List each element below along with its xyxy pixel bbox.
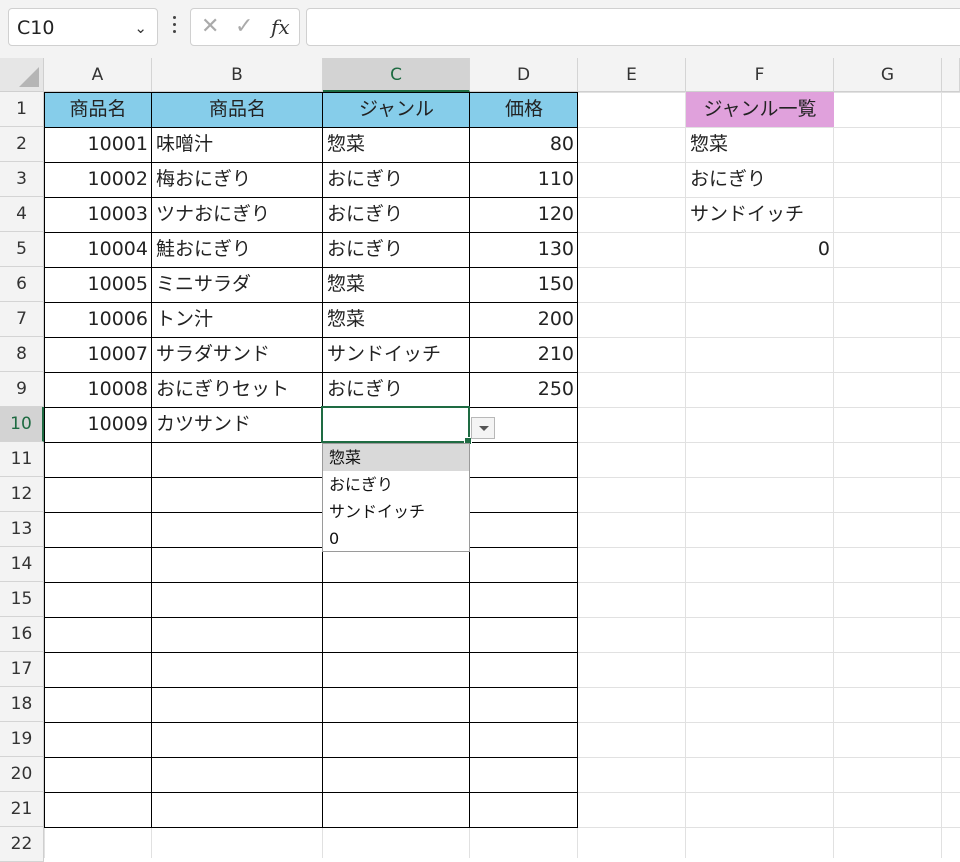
- genre-list-value[interactable]: 0: [686, 232, 834, 267]
- row-header[interactable]: 2: [0, 127, 44, 162]
- row-header[interactable]: 7: [0, 302, 44, 337]
- header-cell-price[interactable]: 価格: [470, 92, 578, 127]
- cell-name[interactable]: カツサンド: [152, 407, 323, 442]
- row-header[interactable]: 6: [0, 267, 44, 302]
- cell-price[interactable]: 250: [470, 372, 578, 407]
- row-header[interactable]: 21: [0, 792, 44, 827]
- cell-name[interactable]: トン汁: [152, 302, 323, 337]
- cell-price[interactable]: 110: [470, 162, 578, 197]
- cell-name[interactable]: サラダサンド: [152, 337, 323, 372]
- row-header[interactable]: 11: [0, 442, 44, 477]
- chevron-down-icon[interactable]: ⌄: [134, 9, 147, 47]
- name-box-value: C10: [17, 17, 55, 39]
- dropdown-option[interactable]: 惣菜: [323, 444, 469, 471]
- cell-genre[interactable]: おにぎり: [323, 232, 470, 267]
- genre-list-item[interactable]: サンドイッチ: [686, 197, 834, 232]
- cancel-icon[interactable]: ✕: [201, 9, 219, 45]
- cell-id[interactable]: 10002: [44, 162, 152, 197]
- header-cell-name[interactable]: 商品名: [152, 92, 323, 127]
- column-header-c[interactable]: C: [323, 58, 470, 92]
- cell-name[interactable]: 鮭おにぎり: [152, 232, 323, 267]
- row-header[interactable]: 17: [0, 652, 44, 687]
- cell-id[interactable]: 10005: [44, 267, 152, 302]
- column-header-partial[interactable]: [942, 58, 960, 92]
- dropdown-arrow-icon[interactable]: [471, 417, 495, 439]
- formula-bar: C10 ⌄ ✕ ✓ fx: [0, 0, 960, 58]
- column-header-d[interactable]: D: [470, 58, 578, 92]
- cell-id[interactable]: 10001: [44, 127, 152, 162]
- row-header[interactable]: 18: [0, 687, 44, 722]
- dropdown-option[interactable]: サンドイッチ: [323, 498, 469, 525]
- cell-price[interactable]: 210: [470, 337, 578, 372]
- more-options-icon[interactable]: [167, 12, 181, 42]
- row-header[interactable]: 13: [0, 512, 44, 547]
- cell-genre[interactable]: 惣菜: [323, 127, 470, 162]
- select-all-corner[interactable]: [0, 58, 44, 92]
- insert-function-icon[interactable]: fx: [271, 9, 290, 45]
- column-header-a[interactable]: A: [44, 58, 152, 92]
- cell-genre[interactable]: おにぎり: [323, 162, 470, 197]
- cell-id[interactable]: 10004: [44, 232, 152, 267]
- header-cell-id[interactable]: 商品名: [44, 92, 152, 127]
- row-header[interactable]: 14: [0, 547, 44, 582]
- row-header[interactable]: 4: [0, 197, 44, 232]
- cell-id[interactable]: 10009: [44, 407, 152, 442]
- name-box[interactable]: C10 ⌄: [8, 8, 158, 46]
- cell-price[interactable]: 130: [470, 232, 578, 267]
- cell-id[interactable]: 10003: [44, 197, 152, 232]
- cell-id[interactable]: 10007: [44, 337, 152, 372]
- cell-genre[interactable]: 惣菜: [323, 267, 470, 302]
- enter-icon[interactable]: ✓: [235, 9, 253, 45]
- header-cell-genre[interactable]: ジャンル: [323, 92, 470, 127]
- cell-price[interactable]: 200: [470, 302, 578, 337]
- genre-list-item[interactable]: 惣菜: [686, 127, 834, 162]
- cell-name[interactable]: 味噌汁: [152, 127, 323, 162]
- column-header-e[interactable]: E: [578, 58, 686, 92]
- row-header[interactable]: 3: [0, 162, 44, 197]
- row-header[interactable]: 12: [0, 477, 44, 512]
- cell-genre[interactable]: おにぎり: [323, 197, 470, 232]
- column-header-b[interactable]: B: [152, 58, 323, 92]
- row-header[interactable]: 1: [0, 92, 44, 127]
- genre-list-header[interactable]: ジャンル一覧: [686, 92, 834, 127]
- row-header[interactable]: 19: [0, 722, 44, 757]
- cell-name[interactable]: ツナおにぎり: [152, 197, 323, 232]
- cell-price[interactable]: 150: [470, 267, 578, 302]
- genre-list-item[interactable]: おにぎり: [686, 162, 834, 197]
- cell-id[interactable]: 10008: [44, 372, 152, 407]
- column-header-g[interactable]: G: [834, 58, 942, 92]
- row-header-selected[interactable]: 10: [0, 407, 44, 442]
- cell-genre[interactable]: 惣菜: [323, 302, 470, 337]
- row-header[interactable]: 16: [0, 617, 44, 652]
- cell-name[interactable]: おにぎりセット: [152, 372, 323, 407]
- row-header[interactable]: 8: [0, 337, 44, 372]
- row-header[interactable]: 20: [0, 757, 44, 792]
- active-cell-c10[interactable]: [321, 406, 472, 445]
- dropdown-option[interactable]: おにぎり: [323, 471, 469, 498]
- cell-genre[interactable]: サンドイッチ: [323, 337, 470, 372]
- cell-genre[interactable]: おにぎり: [323, 372, 470, 407]
- row-header[interactable]: 9: [0, 372, 44, 407]
- formula-input[interactable]: [306, 8, 960, 46]
- cell-id[interactable]: 10006: [44, 302, 152, 337]
- row-header[interactable]: 5: [0, 232, 44, 267]
- dropdown-option[interactable]: 0: [323, 525, 469, 552]
- cell-price[interactable]: 120: [470, 197, 578, 232]
- cell-price[interactable]: 80: [470, 127, 578, 162]
- row-header[interactable]: 15: [0, 582, 44, 617]
- formula-actions: ✕ ✓ fx: [190, 8, 300, 46]
- validation-dropdown-list: 惣菜 おにぎり サンドイッチ 0: [322, 443, 470, 552]
- row-header[interactable]: 22: [0, 827, 44, 862]
- cell-name[interactable]: 梅おにぎり: [152, 162, 323, 197]
- column-header-f[interactable]: F: [686, 58, 834, 92]
- cell-name[interactable]: ミニサラダ: [152, 267, 323, 302]
